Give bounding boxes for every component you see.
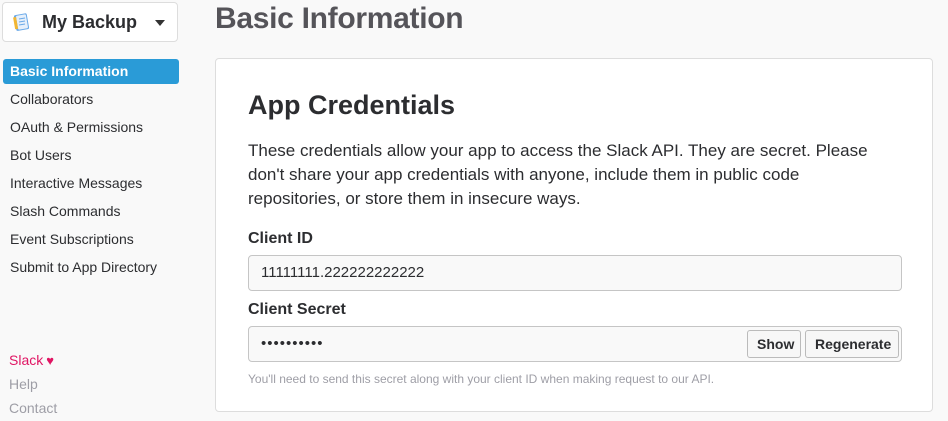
section-title: App Credentials <box>248 90 456 120</box>
regenerate-secret-button[interactable]: Regenerate <box>805 330 899 358</box>
client-secret-controls: •••••••••• Show Regenerate <box>248 326 902 362</box>
sidebar-item-basic-information[interactable]: Basic Information <box>3 59 179 84</box>
sidebar-item-interactive-messages[interactable]: Interactive Messages <box>3 171 179 196</box>
section-description: These credentials allow your app to acce… <box>248 141 868 208</box>
sidebar-item-event-subscriptions[interactable]: Event Subscriptions <box>3 227 179 252</box>
sidebar-item-slash-commands[interactable]: Slash Commands <box>3 199 179 224</box>
client-secret-help-text: You'll need to send this secret along wi… <box>248 372 715 386</box>
app-name: My Backup <box>42 11 138 32</box>
app-switcher[interactable]: My Backup <box>2 2 178 42</box>
slack-link-label: Slack <box>9 352 44 368</box>
client-secret-masked-value: •••••••••• <box>261 335 324 352</box>
client-id-field[interactable]: 11111111.222222222222 <box>248 255 902 291</box>
sidebar-item-bot-users[interactable]: Bot Users <box>3 143 179 168</box>
slack-link[interactable]: Slack ♥ <box>9 350 57 374</box>
sidebar-footer: Slack ♥ Help Contact <box>9 350 57 421</box>
contact-link[interactable]: Contact <box>9 398 57 421</box>
sidebar-item-collaborators[interactable]: Collaborators <box>3 87 179 112</box>
show-secret-button[interactable]: Show <box>747 330 801 358</box>
sidebar-item-oauth-permissions[interactable]: OAuth & Permissions <box>3 115 179 140</box>
app-credentials-card: App Credentials These credentials allow … <box>215 58 933 412</box>
help-link[interactable]: Help <box>9 374 57 398</box>
caret-down-icon[interactable] <box>155 20 165 26</box>
page-title: Basic Information <box>215 2 464 35</box>
sidebar-nav: Basic Information Collaborators OAuth & … <box>3 59 179 283</box>
client-id-label: Client ID <box>248 230 313 247</box>
app-notebook-icon <box>12 12 32 32</box>
sidebar-item-submit-to-app-directory[interactable]: Submit to App Directory <box>3 255 179 280</box>
page: My Backup Basic Information Collaborator… <box>0 0 948 421</box>
client-secret-label: Client Secret <box>248 301 346 318</box>
heart-icon: ♥ <box>46 353 54 368</box>
